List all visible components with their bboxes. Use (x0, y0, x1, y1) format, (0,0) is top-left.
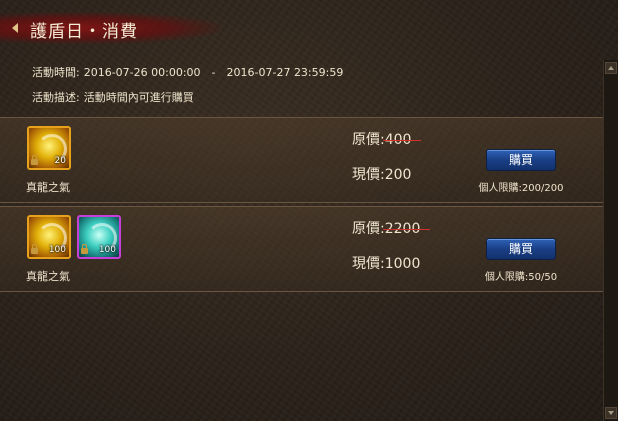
lock-icon (81, 244, 88, 254)
item-count: 100 (98, 245, 116, 255)
item-name: 真龍之氣 (26, 181, 70, 194)
title-bar: 護盾日・消費 (0, 12, 230, 44)
item-count: 20 (54, 156, 66, 166)
vertical-scrollbar[interactable] (603, 60, 618, 421)
original-price-label: 原價: (352, 221, 385, 237)
item-name: 真龍之氣 (26, 270, 70, 283)
event-time-value: 2016-07-26 00:00:00 - 2016-07-27 23:59:5… (83, 66, 344, 79)
item-count: 100 (48, 245, 66, 255)
scroll-down-icon[interactable] (605, 407, 617, 419)
buy-button[interactable]: 購買 (486, 149, 556, 171)
current-price-value: 200 (384, 167, 412, 183)
original-price-label: 原價: (352, 132, 385, 148)
event-desc-label: 活動描述: (32, 91, 80, 104)
purchase-limit: 個人限購:200/200 (478, 183, 564, 194)
item-slot[interactable]: 100 (77, 215, 121, 259)
current-price: 現價:1000 (352, 253, 420, 273)
current-price: 現價:200 (352, 164, 411, 184)
scroll-up-icon[interactable] (605, 62, 617, 74)
current-price-value: 1000 (384, 256, 421, 272)
offer-row: 20 真龍之氣 原價:400 現價:200 購買 個人限購:200/200 (0, 117, 604, 203)
item-slot[interactable]: 100 (27, 215, 71, 259)
page-title: 護盾日・消費 (30, 22, 138, 42)
purchase-limit: 個人限購:50/50 (484, 272, 558, 283)
current-price-label: 現價: (352, 167, 385, 183)
lock-icon (31, 155, 38, 165)
lock-icon (31, 244, 38, 254)
event-desc-value: 活動時間內可進行購買 (83, 91, 194, 104)
current-price-label: 現價: (352, 256, 385, 272)
offer-row: 100 100 真龍之氣 原價:2200 現價:1000 購買 個人限購:50/… (0, 206, 604, 292)
event-time-label: 活動時間: (32, 66, 80, 79)
buy-button[interactable]: 購買 (486, 238, 556, 260)
arrow-left-icon (12, 23, 18, 33)
event-time-line: 活動時間: 2016-07-26 00:00:00 - 2016-07-27 23… (32, 64, 343, 80)
original-price: 原價:2200 (352, 218, 420, 238)
original-price-value: 400 (384, 132, 412, 148)
original-price-value: 2200 (384, 221, 421, 237)
item-slot[interactable]: 20 (27, 126, 71, 170)
event-desc-line: 活動描述: 活動時間內可進行購買 (32, 89, 194, 105)
original-price: 原價:400 (352, 129, 411, 149)
